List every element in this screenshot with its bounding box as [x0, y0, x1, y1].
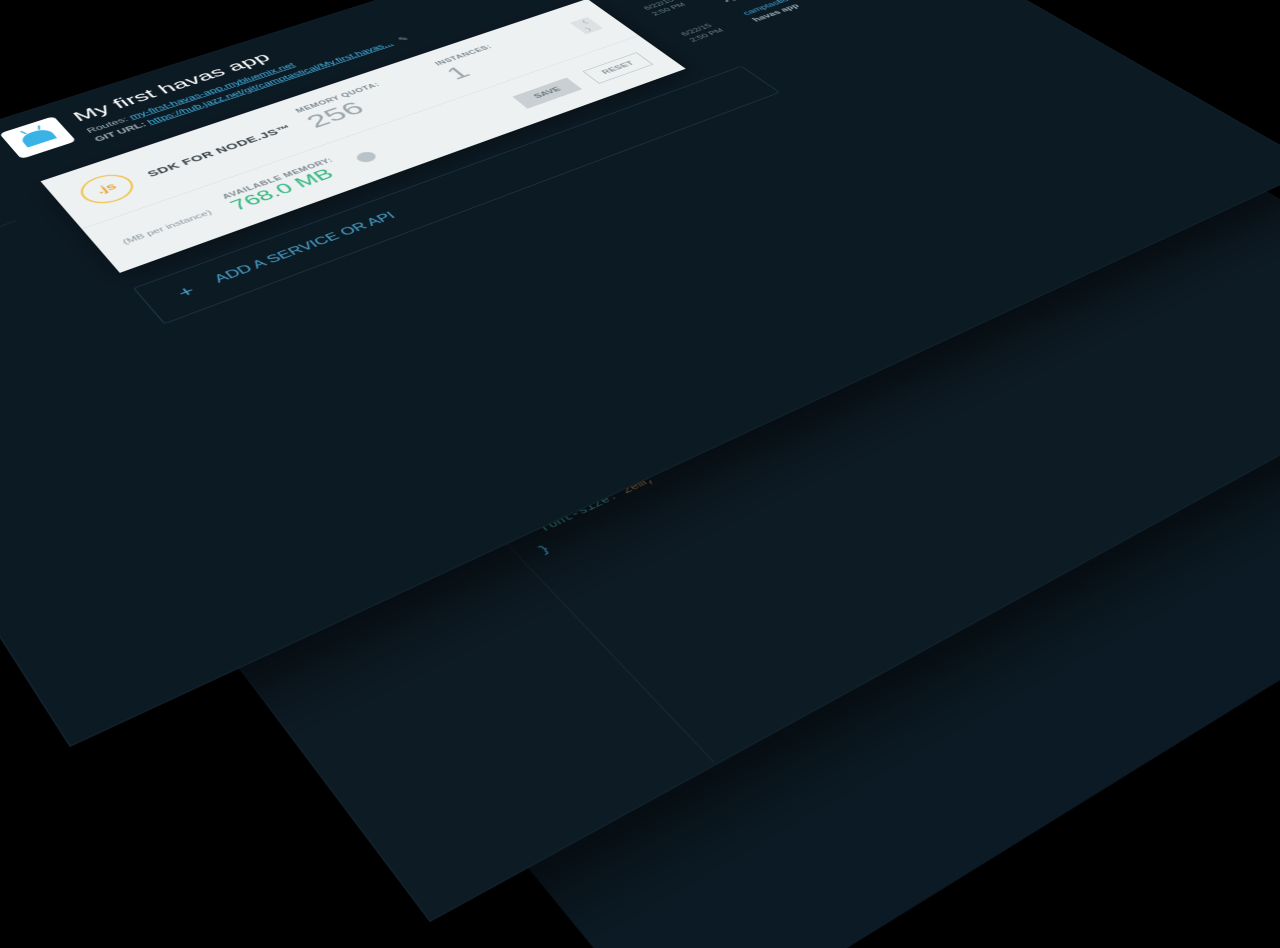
- nodejs-icon: .js: [73, 170, 142, 210]
- android-icon: [18, 127, 57, 147]
- app-icon: [0, 116, 76, 159]
- save-button[interactable]: SAVE: [512, 77, 582, 108]
- main-panel: My first havas app Routes: my-first-hava…: [0, 0, 1042, 349]
- sidebar-section-header: SERVICES: [0, 210, 16, 292]
- pencil-icon[interactable]: ✎: [396, 35, 411, 43]
- info-icon[interactable]: [353, 150, 379, 164]
- per-instance-label: (MB per instance): [121, 209, 214, 246]
- stepper[interactable]: 〈 〉: [570, 17, 603, 34]
- reset-button[interactable]: RESET: [583, 52, 654, 83]
- plus-icon: +: [170, 282, 204, 303]
